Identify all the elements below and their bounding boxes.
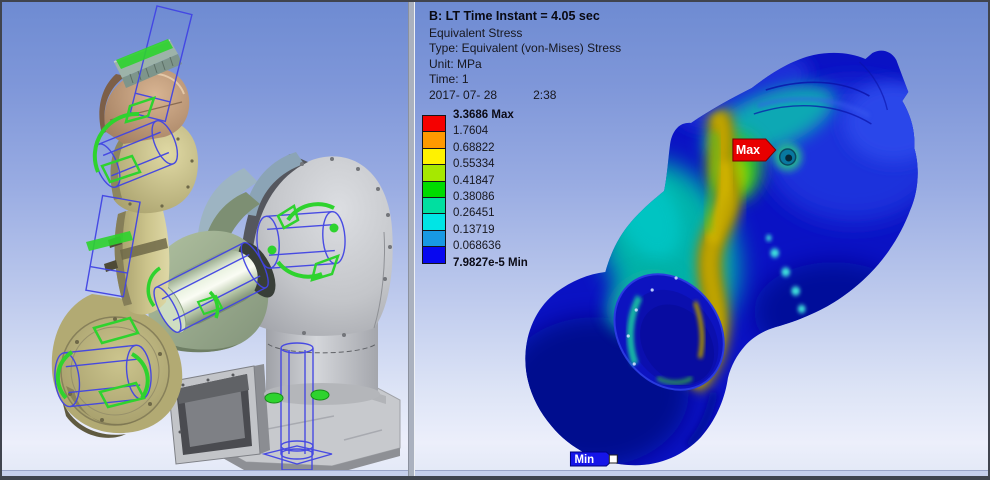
result-name: Equivalent Stress (429, 26, 621, 42)
legend-value-label: 0.068636 (453, 240, 501, 252)
panel-divider[interactable] (408, 2, 415, 476)
legend-value-label: 7.9827e-5 Min (453, 257, 528, 269)
legend-value-label: 0.13719 (453, 224, 495, 236)
result-view-panel[interactable]: Max Min B: LT Time Instant = 4.05 sec Eq… (415, 2, 988, 476)
result-date: 2017- 07- 28 (429, 88, 497, 102)
legend-band (423, 214, 445, 230)
min-flag-label: Min (574, 454, 594, 466)
legend-value-label: 0.38086 (453, 191, 495, 203)
legend-band (423, 198, 445, 214)
legend-band (423, 116, 445, 132)
legend-band (423, 149, 445, 165)
result-clock: 2:38 (533, 88, 556, 102)
legend-band (423, 231, 445, 247)
result-type-line: Type: Equivalent (von-Mises) Stress (429, 41, 621, 57)
max-annotation-flag[interactable]: Max (733, 139, 776, 161)
legend-band (423, 165, 445, 181)
result-unit-line: Unit: MPa (429, 57, 621, 73)
min-flag-anchor (609, 455, 617, 463)
stress-legend: 3.3686 Max1.76040.688220.553340.418470.3… (422, 115, 552, 285)
legend-value-label: 0.41847 (453, 175, 495, 187)
robot-arm-rendering (2, 2, 408, 476)
legend-value-label: 0.68822 (453, 142, 495, 154)
legend-value-label: 3.3686 Max (453, 109, 514, 121)
legend-value-label: 1.7604 (453, 125, 488, 137)
gearbox-pan (168, 364, 270, 464)
legend-band (423, 132, 445, 148)
legend-band (423, 182, 445, 198)
max-flag-label: Max (736, 143, 760, 157)
stress-part (500, 40, 943, 476)
result-date-row: 2017- 07- 28 2:38 (429, 88, 621, 104)
legend-color-bar (422, 115, 446, 264)
result-header: B: LT Time Instant = 4.05 sec Equivalent… (429, 9, 621, 104)
legend-value-label: 0.26451 (453, 207, 495, 219)
geometry-view-panel[interactable] (2, 2, 408, 476)
legend-band (423, 247, 445, 262)
legend-value-label: 0.55334 (453, 158, 495, 170)
window-frame: Max Min B: LT Time Instant = 4.05 sec Eq… (0, 0, 990, 480)
result-time-line: Time: 1 (429, 72, 621, 88)
result-title: B: LT Time Instant = 4.05 sec (429, 9, 621, 25)
